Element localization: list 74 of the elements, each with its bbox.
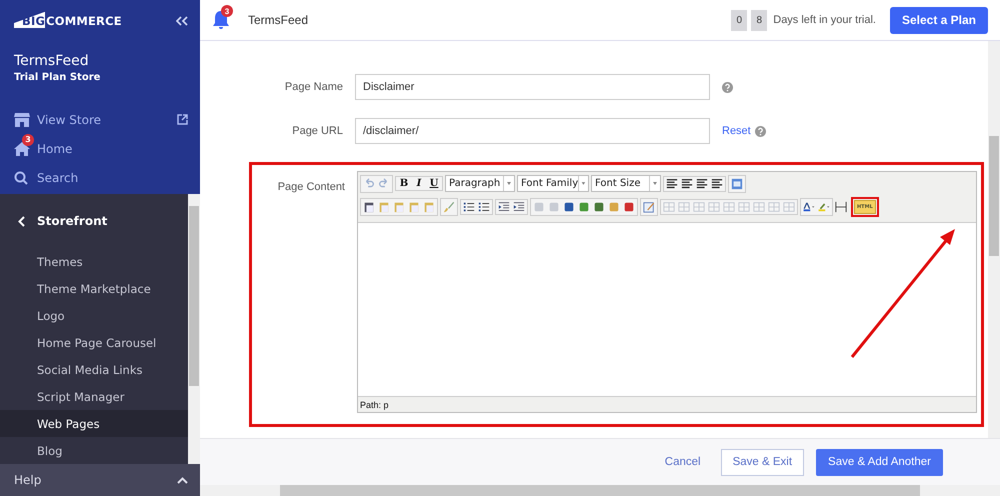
- store-name: TermsFeed: [14, 53, 90, 69]
- caret-icon: [177, 476, 188, 484]
- font-size-dropdown[interactable]: Font Size: [591, 175, 661, 192]
- cancel-link[interactable]: Cancel: [664, 456, 701, 468]
- notification-badge: 3: [221, 5, 233, 17]
- trial-counter-digit: 8: [751, 10, 768, 30]
- italic-button[interactable]: I: [413, 178, 425, 189]
- scrollbar[interactable]: [188, 194, 200, 464]
- justify-icon[interactable]: [711, 178, 723, 190]
- edit-icon[interactable]: [643, 200, 655, 214]
- table-icon[interactable]: [708, 200, 720, 212]
- brush-icon[interactable]: [443, 200, 455, 214]
- sidebar-item[interactable]: Script Manager: [0, 383, 188, 410]
- help-menu[interactable]: Help: [0, 464, 200, 496]
- sidebar-item[interactable]: Blog: [0, 437, 188, 464]
- table-icon[interactable]: [678, 200, 690, 212]
- field-label: Page Name: [284, 81, 343, 93]
- sidebar-item[interactable]: Logo: [0, 302, 188, 330]
- reset-link[interactable]: Reset: [722, 125, 751, 137]
- table-icon[interactable]: [663, 200, 675, 212]
- help-icon[interactable]: [754, 126, 766, 136]
- external-link-icon[interactable]: [177, 114, 188, 125]
- table-icon[interactable]: [783, 200, 795, 212]
- table-icon[interactable]: [768, 200, 780, 212]
- page-name-field[interactable]: Disclaimer: [355, 74, 710, 100]
- collapse-icon[interactable]: [176, 16, 188, 26]
- fullscreen-icon[interactable]: [731, 176, 743, 190]
- sidebar-item[interactable]: Web Pages: [0, 410, 188, 438]
- trial-text: Days left in your trial.: [773, 14, 876, 26]
- table-icon[interactable]: [753, 200, 765, 212]
- field-label: Page URL: [291, 125, 343, 137]
- search-icon: [14, 170, 28, 184]
- nav-item[interactable]: View Store: [14, 105, 200, 134]
- editor-path: Path: p: [359, 398, 390, 412]
- sidebar-item[interactable]: Home Page Carousel: [0, 329, 188, 356]
- font-family-dropdown[interactable]: Font Family: [517, 175, 589, 192]
- sidebar-item[interactable]: Themes: [0, 248, 188, 276]
- indent-icon[interactable]: [513, 200, 525, 212]
- align-left-icon[interactable]: [666, 178, 678, 190]
- home-icon: [14, 142, 30, 156]
- save-add-button[interactable]: Save & Add Another: [816, 448, 943, 476]
- bold-button[interactable]: B: [398, 178, 410, 189]
- table-icon[interactable]: [723, 200, 735, 212]
- nav-item[interactable]: 3 Home: [14, 134, 200, 163]
- notification-badge: 3: [22, 134, 34, 146]
- dropdown-arrow-icon[interactable]: [578, 176, 588, 191]
- dropdown-arrow-icon[interactable]: [503, 176, 514, 191]
- field-label: Page Content: [276, 181, 345, 195]
- select-plan-button[interactable]: Select a Plan: [890, 6, 988, 34]
- nav-item[interactable]: Search: [14, 163, 200, 192]
- dropdown-arrow-icon[interactable]: [649, 176, 660, 191]
- section-title: Storefront: [37, 214, 108, 228]
- table-icon[interactable]: [693, 200, 705, 212]
- scrollbar[interactable]: [200, 485, 1000, 496]
- table-icon[interactable]: [738, 200, 750, 212]
- horizontal-rule-icon[interactable]: [835, 200, 847, 214]
- outdent-icon[interactable]: [498, 200, 510, 212]
- store-name: TermsFeed: [248, 13, 308, 27]
- align-right-icon[interactable]: [696, 178, 708, 190]
- numbered-list-icon[interactable]: [478, 200, 490, 212]
- help-icon[interactable]: [722, 82, 733, 92]
- trial-counter-digit: 0: [731, 10, 748, 30]
- back-icon[interactable]: [18, 216, 25, 227]
- bullet-list-icon[interactable]: [463, 200, 475, 212]
- save-exit-button[interactable]: Save & Exit: [720, 448, 804, 476]
- format-dropdown[interactable]: Paragraph: [445, 175, 515, 192]
- sidebar-item[interactable]: Theme Marketplace: [0, 275, 188, 302]
- page-url-field[interactable]: /disclaimer/: [355, 118, 710, 144]
- store-plan: Trial Plan Store: [14, 72, 102, 83]
- sidebar-item[interactable]: Social Media Links: [0, 356, 188, 384]
- align-center-icon[interactable]: [681, 178, 693, 190]
- underline-button[interactable]: U: [428, 178, 440, 189]
- scrollbar[interactable]: [988, 41, 1000, 438]
- store-icon: [14, 112, 30, 126]
